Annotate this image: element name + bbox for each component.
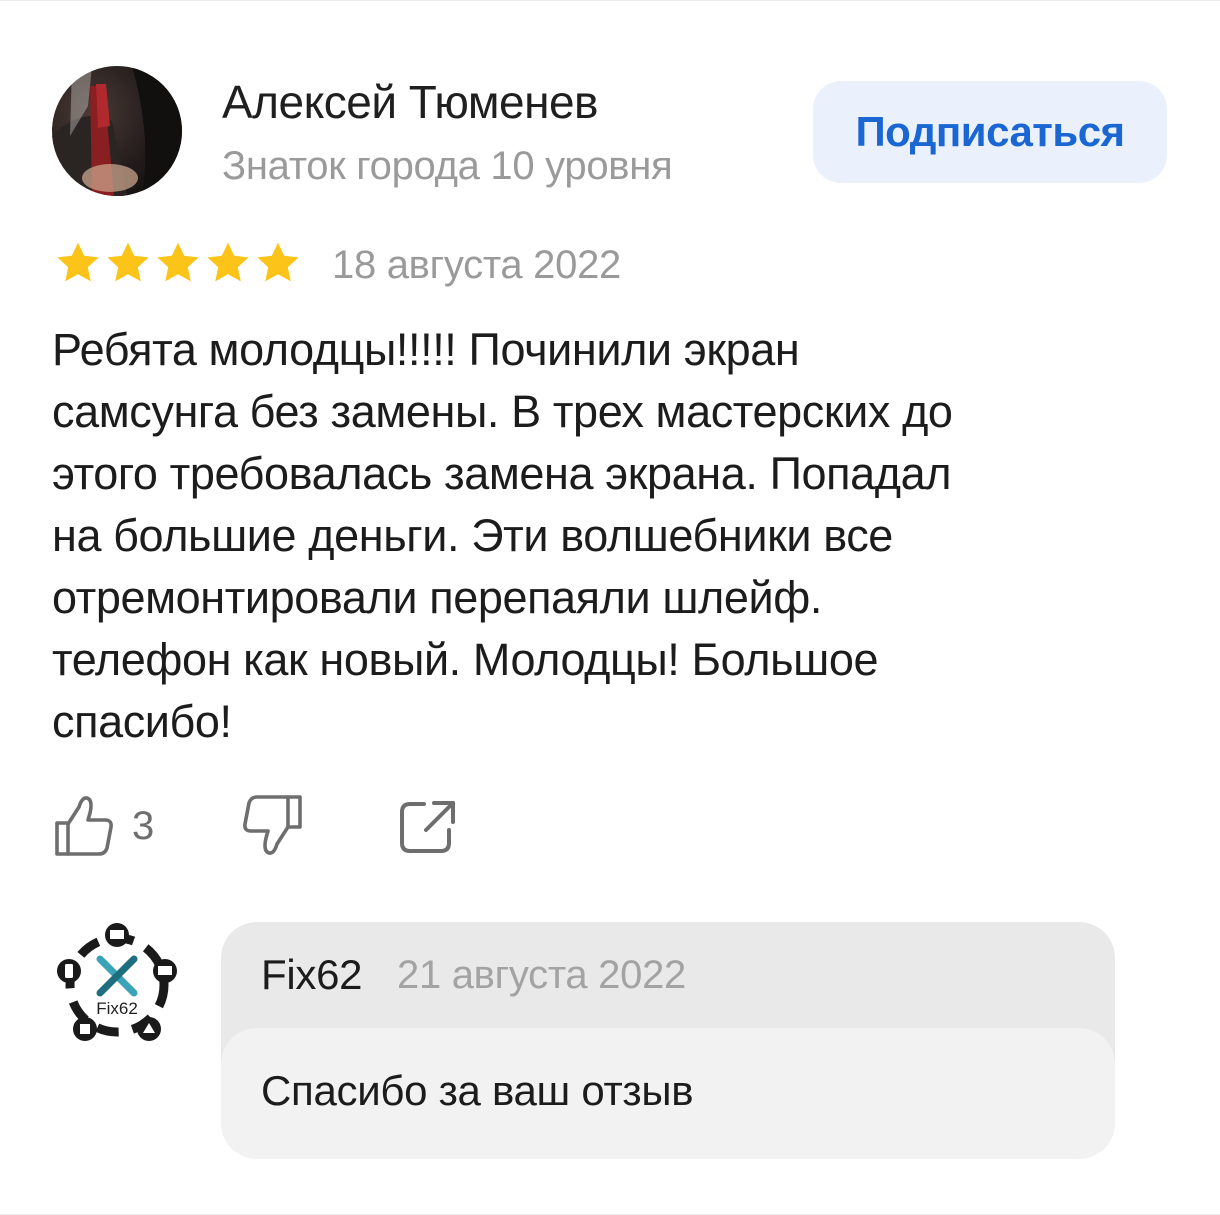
like-button[interactable]: 3 <box>52 793 154 859</box>
rating-stars <box>54 239 302 289</box>
reply-bubble: Fix62 21 августа 2022 Спасибо за ваш отз… <box>221 922 1115 1159</box>
star-icon <box>157 242 199 282</box>
star-icon <box>257 242 299 282</box>
author-rank: Знаток города 10 уровня <box>222 144 673 188</box>
share-button[interactable] <box>396 795 462 859</box>
star-icon <box>207 242 249 282</box>
subscribe-button[interactable]: Подписаться <box>813 81 1167 183</box>
fix62-logo-icon: Fix62 <box>55 922 179 1046</box>
reply-text: Спасибо за ваш отзыв <box>261 1067 694 1114</box>
reply-author[interactable]: Fix62 <box>261 948 363 1002</box>
logo-text: Fix62 <box>96 999 138 1018</box>
avatar-photo-icon <box>52 66 182 196</box>
share-icon <box>400 801 455 853</box>
company-logo: Fix62 <box>52 919 182 1049</box>
star-icon <box>57 242 99 282</box>
reply-body: Спасибо за ваш отзыв <box>221 1028 1115 1159</box>
reply-date: 21 августа 2022 <box>397 953 686 997</box>
review-text: Ребята молодцы!!!!! Починили экран самсу… <box>52 324 953 747</box>
review-date: 18 августа 2022 <box>332 243 621 287</box>
like-count: 3 <box>132 803 155 848</box>
review-card: Алексей Тюменев Знаток города 10 уровня … <box>0 0 1220 1215</box>
dislike-button[interactable] <box>238 793 308 859</box>
thumbs-up-icon <box>55 796 113 856</box>
thumbs-down-icon <box>243 795 302 855</box>
star-icon <box>107 242 149 282</box>
author-name[interactable]: Алексей Тюменев <box>222 75 599 129</box>
author-avatar[interactable] <box>52 66 182 196</box>
